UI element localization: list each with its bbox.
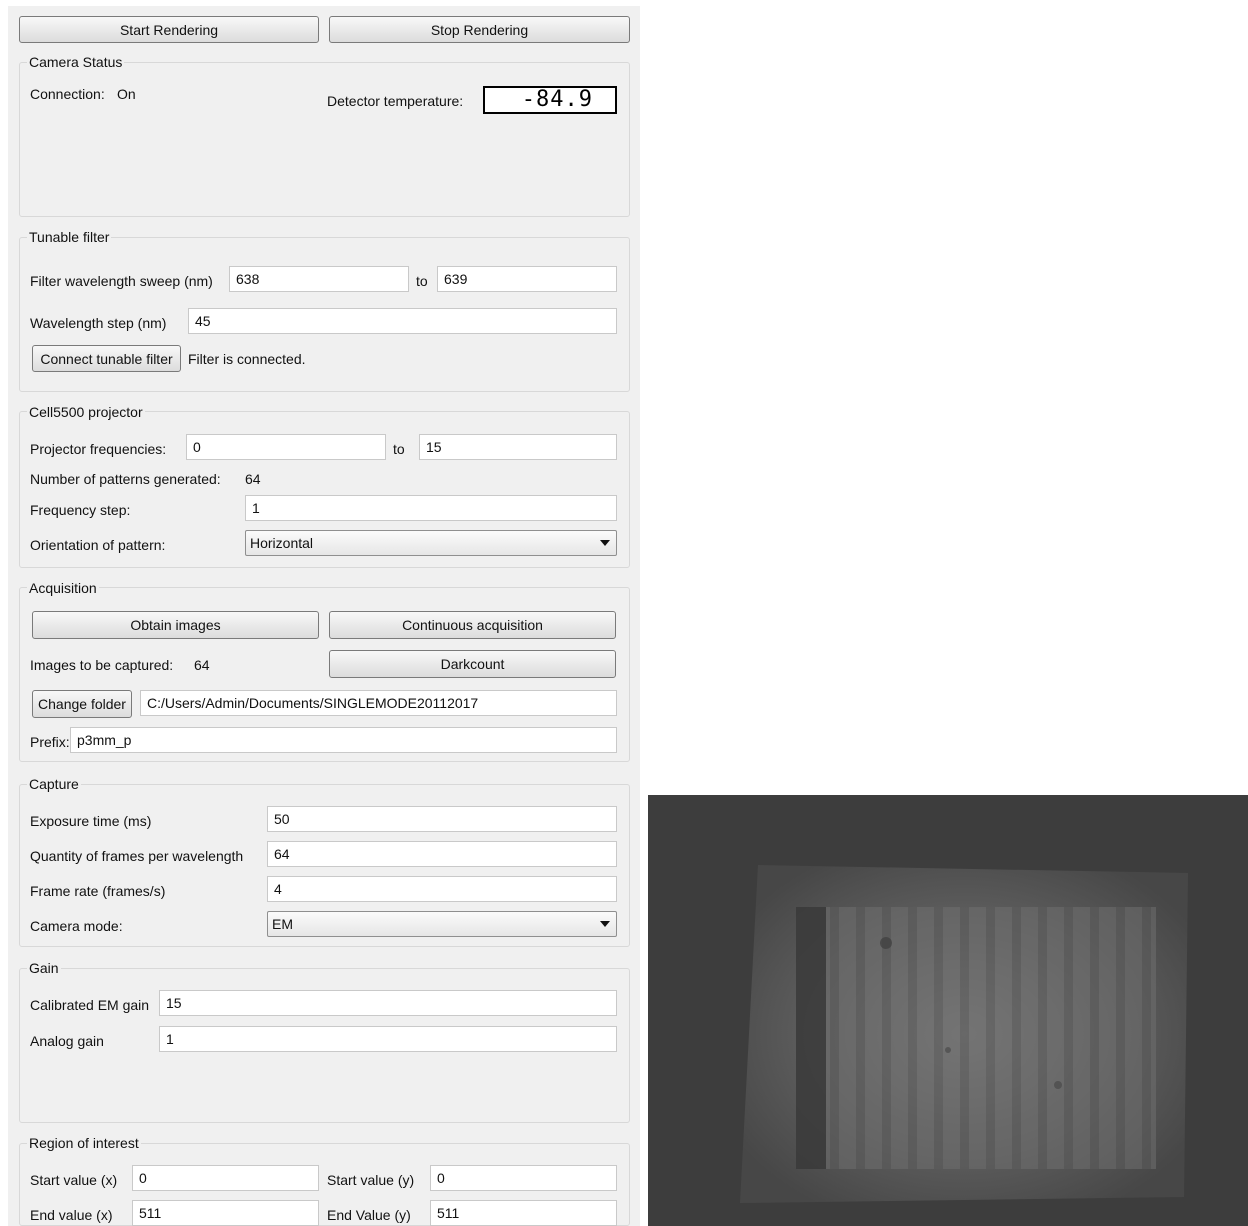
exposure-time-label: Exposure time (ms) xyxy=(30,813,152,829)
acquisition-title: Acquisition xyxy=(27,580,99,596)
wavelength-step-field[interactable]: 45 xyxy=(188,308,617,334)
camera-status-title: Camera Status xyxy=(27,54,125,70)
darkcount-button[interactable]: Darkcount xyxy=(329,650,616,678)
start-x-label: Start value (x) xyxy=(30,1172,118,1188)
start-y-field[interactable]: 0 xyxy=(430,1165,617,1191)
frame-rate-label: Frame rate (frames/s) xyxy=(30,883,166,899)
start-x-field[interactable]: 0 xyxy=(132,1165,319,1191)
prefix-field[interactable]: p3mm_p xyxy=(70,727,617,753)
frequency-to-field[interactable]: 15 xyxy=(419,434,617,460)
change-folder-button[interactable]: Change folder xyxy=(32,690,132,718)
patterns-generated-value: 64 xyxy=(245,471,261,487)
end-y-field[interactable]: 511 xyxy=(430,1200,617,1226)
em-gain-field[interactable]: 15 xyxy=(159,990,617,1016)
frames-per-wavelength-field[interactable]: 64 xyxy=(267,841,617,867)
connection-value: On xyxy=(117,86,136,102)
patterns-generated-label: Number of patterns generated: xyxy=(30,471,221,487)
filter-status-text: Filter is connected. xyxy=(188,351,306,367)
projector-frequencies-label: Projector frequencies: xyxy=(30,441,167,457)
sweep-label: Filter wavelength sweep (nm) xyxy=(30,273,213,289)
prefix-label: Prefix: xyxy=(30,734,70,750)
folder-path-field[interactable]: C:/Users/Admin/Documents/SINGLEMODE20112… xyxy=(140,690,617,716)
camera-frame xyxy=(648,795,1248,1226)
connection-label: Connection: xyxy=(30,86,105,102)
sweep-from-field[interactable]: 638 xyxy=(229,266,409,292)
frames-per-wavelength-label: Quantity of frames per wavelength xyxy=(30,848,244,864)
detector-temperature-display: -84.9 xyxy=(483,86,617,114)
camera-mode-label: Camera mode: xyxy=(30,918,123,934)
frequency-step-label: Frequency step: xyxy=(30,502,131,518)
gain-title: Gain xyxy=(27,960,61,976)
capture-title: Capture xyxy=(27,776,81,792)
detector-temperature-label: Detector temperature: xyxy=(327,93,464,109)
camera-image-view xyxy=(648,795,1248,1226)
images-to-capture-label: Images to be captured: xyxy=(30,657,174,673)
end-y-label: End Value (y) xyxy=(327,1207,411,1223)
orientation-value: Horizontal xyxy=(250,535,314,551)
camera-mode-select[interactable]: EM xyxy=(267,911,617,937)
em-gain-label: Calibrated EM gain xyxy=(30,997,150,1013)
stop-rendering-button[interactable]: Stop Rendering xyxy=(329,16,630,43)
camera-mode-value: EM xyxy=(272,916,293,932)
continuous-acquisition-button[interactable]: Continuous acquisition xyxy=(329,611,616,639)
wavelength-step-label: Wavelength step (nm) xyxy=(30,315,167,331)
roi-title: Region of interest xyxy=(27,1135,141,1151)
chevron-down-icon xyxy=(600,540,610,546)
obtain-images-button[interactable]: Obtain images xyxy=(32,611,319,639)
start-y-label: Start value (y) xyxy=(327,1172,415,1188)
orientation-select[interactable]: Horizontal xyxy=(245,530,617,556)
sweep-to-field[interactable]: 639 xyxy=(437,266,617,292)
orientation-label: Orientation of pattern: xyxy=(30,537,166,553)
dark-edge-bar xyxy=(796,907,826,1169)
tunable-filter-title: Tunable filter xyxy=(27,229,112,245)
frame-rate-field[interactable]: 4 xyxy=(267,876,617,902)
connect-tunable-filter-button[interactable]: Connect tunable filter xyxy=(32,345,181,372)
analog-gain-label: Analog gain xyxy=(30,1033,104,1049)
analog-gain-field[interactable]: 1 xyxy=(159,1026,617,1052)
projector-title: Cell5500 projector xyxy=(27,404,145,420)
frequency-from-field[interactable]: 0 xyxy=(186,434,386,460)
frequency-step-field[interactable]: 1 xyxy=(245,495,617,521)
images-to-capture-value: 64 xyxy=(194,657,210,673)
frequency-to-label: to xyxy=(393,441,405,457)
fringe-pattern xyxy=(826,907,1156,1169)
sweep-to-label: to xyxy=(416,273,428,289)
chevron-down-icon xyxy=(600,921,610,927)
start-rendering-button[interactable]: Start Rendering xyxy=(19,16,319,43)
exposure-time-field[interactable]: 50 xyxy=(267,806,617,832)
end-x-label: End value (x) xyxy=(30,1207,113,1223)
end-x-field[interactable]: 511 xyxy=(132,1200,319,1226)
